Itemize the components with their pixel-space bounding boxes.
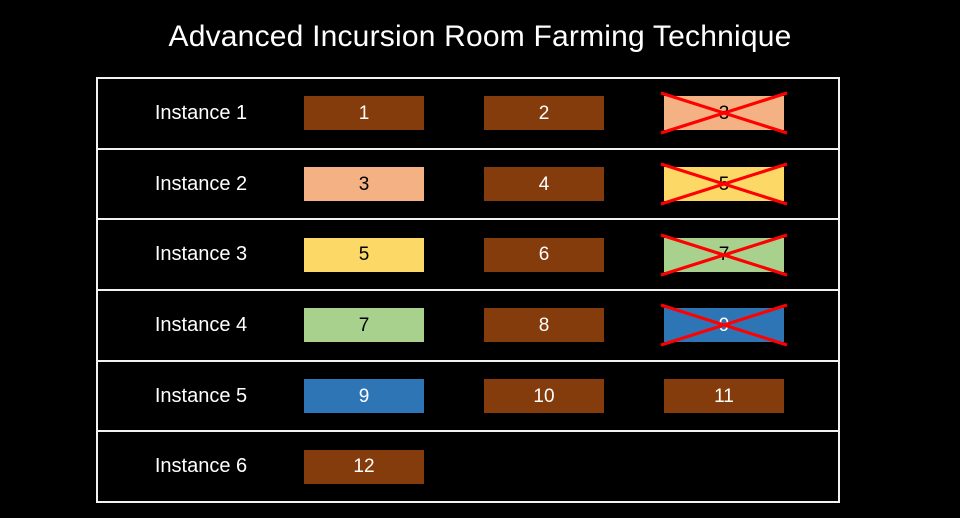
room-cell[interactable]: 9: [304, 379, 424, 414]
room-cell[interactable]: 10: [484, 379, 604, 414]
room-box: 5: [664, 167, 784, 201]
room-cells: 7 8 9: [304, 291, 838, 360]
room-cells: 12: [304, 432, 838, 501]
room-box: 8: [484, 308, 604, 343]
page-title: Advanced Incursion Room Farming Techniqu…: [168, 20, 792, 53]
room-cell[interactable]: 2: [484, 96, 604, 131]
instance-label: Instance 4: [154, 313, 248, 336]
room-cell[interactable]: 1: [304, 96, 424, 131]
room-cells: 1 2 3: [304, 79, 838, 148]
room-box: 4: [484, 167, 604, 201]
room-cell[interactable]: 9: [660, 303, 788, 347]
table-row: Instance 1 1 2 3: [98, 79, 838, 150]
room-cell[interactable]: 7: [304, 308, 424, 343]
room-box: 6: [484, 237, 604, 272]
room-box: 10: [484, 379, 604, 414]
room-cell[interactable]: 3: [304, 167, 424, 201]
instance-label: Instance 3: [154, 243, 248, 266]
room-cell[interactable]: 5: [660, 162, 788, 206]
slide-canvas: Advanced Incursion Room Farming Techniqu…: [0, 0, 960, 518]
room-cells: 9 10 11: [304, 362, 838, 431]
room-cell[interactable]: 8: [484, 308, 604, 343]
instance-schedule-table: Instance 1 1 2 3 Instance 2 3 4 5 Instance 3567I…: [96, 77, 840, 503]
room-cell[interactable]: 4: [484, 167, 604, 201]
room-box: 9: [664, 308, 784, 343]
table-row: Instance 4 7 8 9: [98, 291, 838, 362]
table-row: Instance 6 12: [98, 432, 838, 501]
room-cells: 3 4 5: [304, 150, 838, 219]
room-box: 3: [664, 96, 784, 131]
instance-label: Instance 6: [154, 455, 248, 478]
instance-label: Instance 5: [154, 384, 248, 407]
room-box: 9: [304, 379, 424, 414]
table-row: Instance 5 9 10 11: [98, 362, 838, 433]
room-box: 7: [304, 308, 424, 343]
room-box: 7: [664, 237, 784, 272]
instance-label: Instance 2: [154, 172, 248, 195]
room-cell[interactable]: 7: [660, 233, 788, 277]
room-box: 11: [664, 379, 784, 414]
room-cell[interactable]: 11: [664, 379, 784, 414]
room-box: 3: [304, 167, 424, 201]
room-box: 1: [304, 96, 424, 131]
table-row: Instance 2 3 4 5: [98, 150, 838, 221]
room-cell[interactable]: 3: [660, 91, 788, 135]
room-cells: 5 6 7: [304, 220, 838, 289]
instance-label: Instance 1: [154, 101, 248, 124]
room-cell[interactable]: 12: [304, 449, 424, 484]
room-box: 2: [484, 96, 604, 131]
room-cell[interactable]: 5: [304, 237, 424, 272]
room-cell[interactable]: 6: [484, 237, 604, 272]
table-row: Instance 3 5 6 7: [98, 220, 838, 292]
room-box: 12: [304, 449, 424, 484]
room-box: 5: [304, 237, 424, 272]
